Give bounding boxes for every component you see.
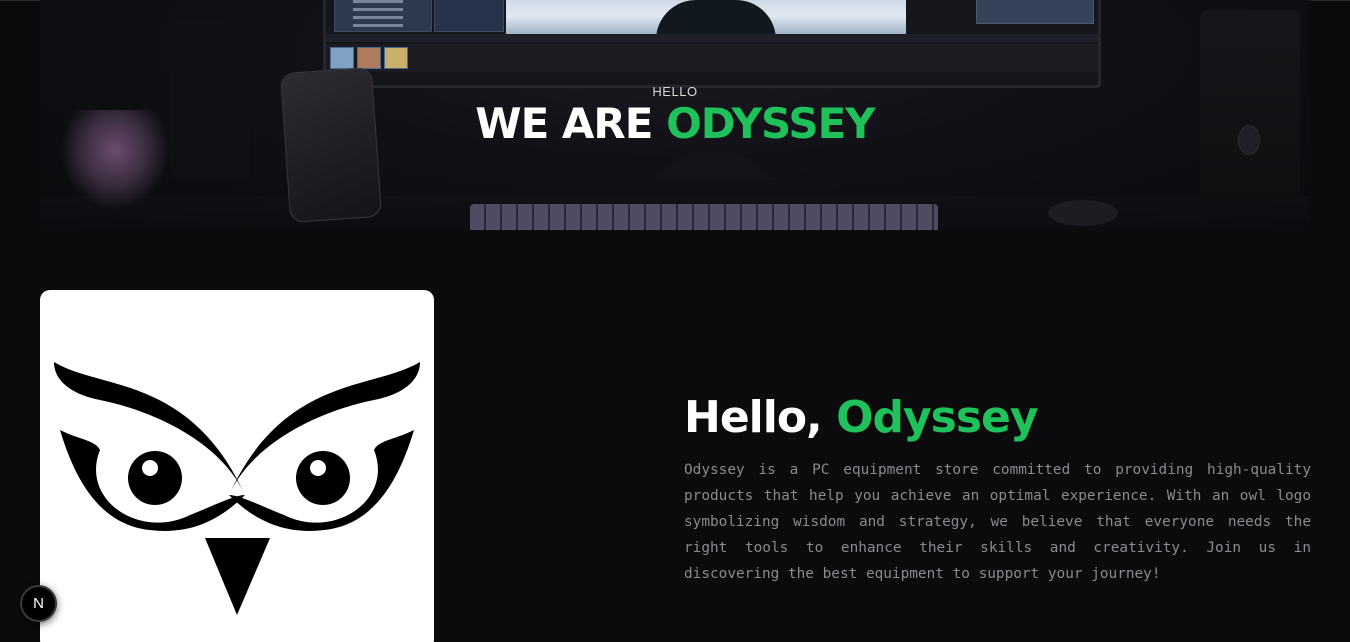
keyboard-image <box>470 204 938 230</box>
owl-logo-card <box>40 290 434 642</box>
about-title: Hello, Odyssey <box>684 392 1039 443</box>
monitor-stand <box>653 150 773 180</box>
dev-badge-label: N <box>33 595 44 612</box>
hero-kicker: HELLO <box>652 84 698 99</box>
owl-logo-icon <box>54 362 420 615</box>
hero-title-brand: ODYSSEY <box>666 99 876 148</box>
about-title-brand: Odyssey <box>836 392 1038 443</box>
hero-heading-block: HELLO WE ARE ODYSSEY <box>0 84 1350 147</box>
about-title-prefix: Hello, <box>684 392 837 443</box>
nextjs-icon[interactable]: N <box>20 585 57 622</box>
about-description: Odyssey is a PC equipment store committe… <box>684 462 1311 582</box>
hero-title: WE ARE ODYSSEY <box>0 101 1350 147</box>
hero-title-prefix: WE ARE <box>475 99 667 148</box>
monitor-image <box>323 0 1101 88</box>
mouse-image <box>1048 200 1118 226</box>
